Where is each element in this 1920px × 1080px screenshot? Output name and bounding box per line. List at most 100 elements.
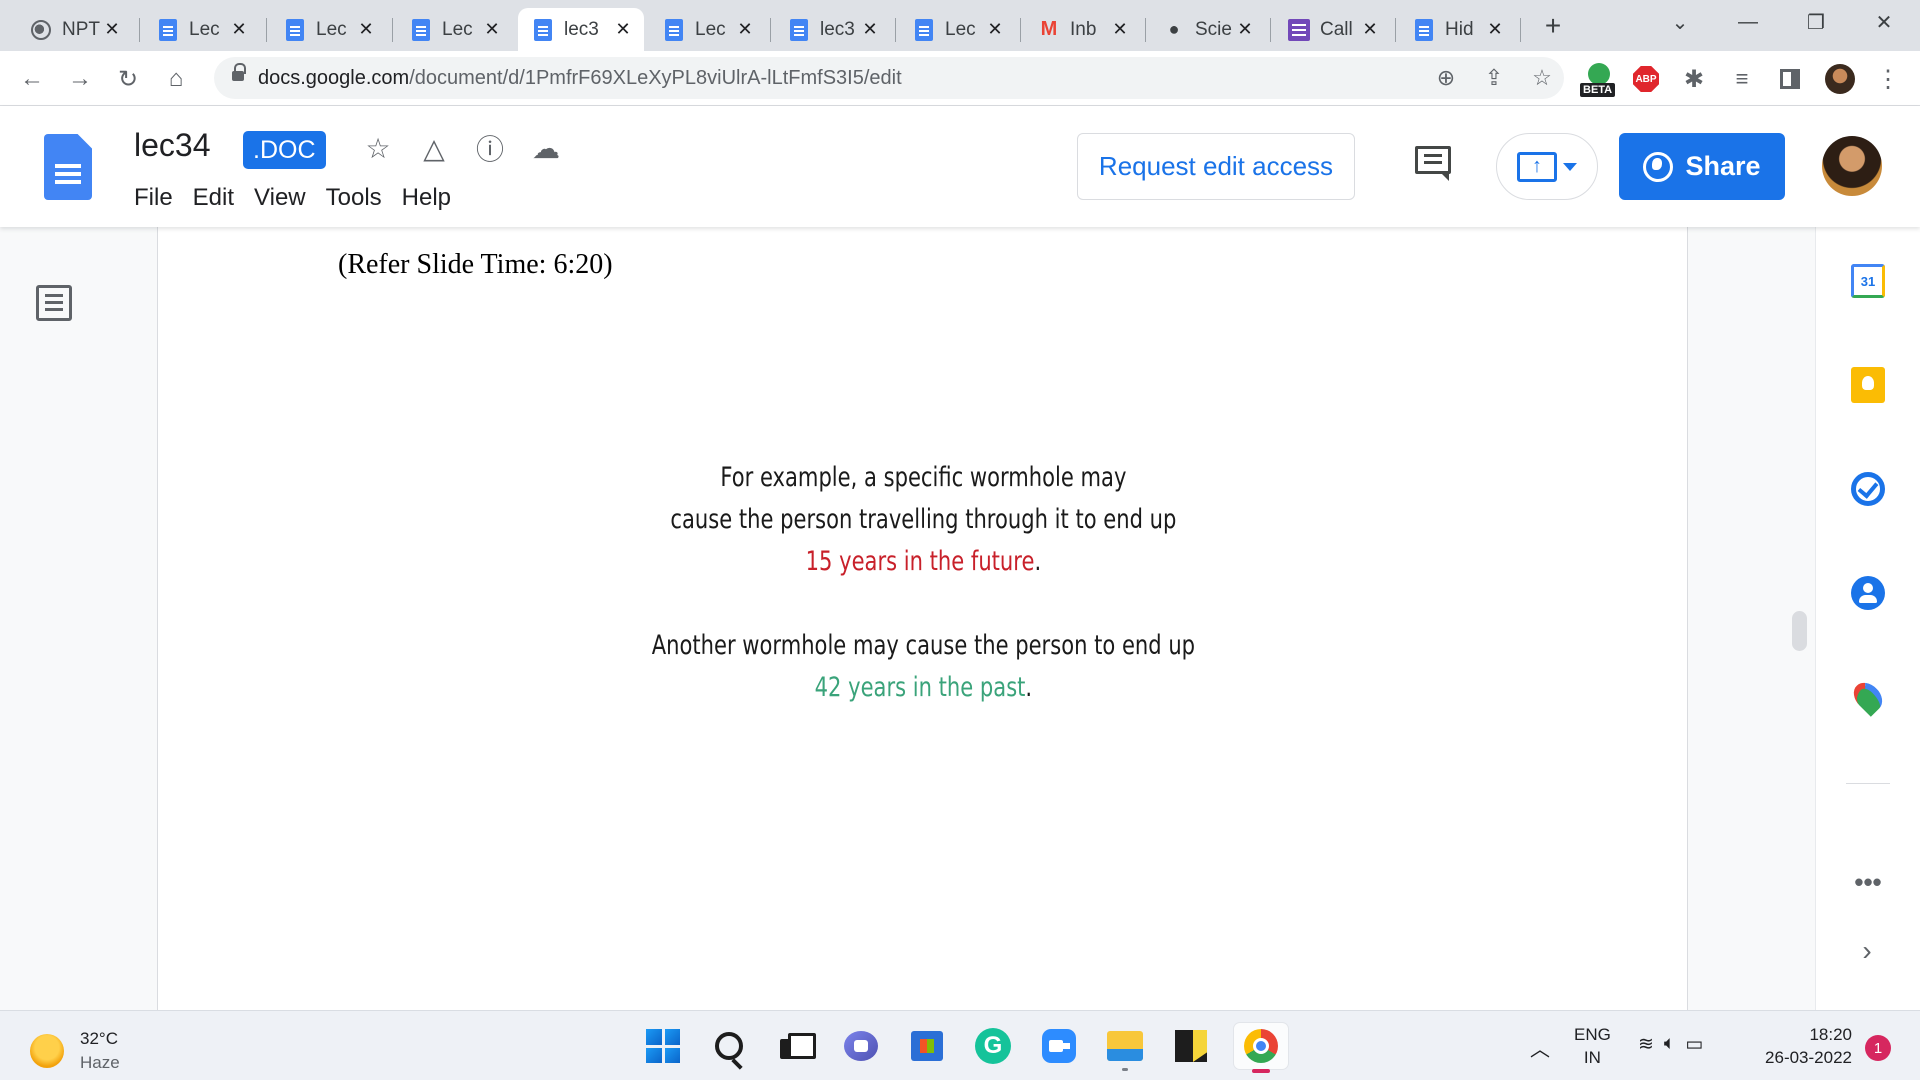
collapse-panel-icon[interactable]: ›: [1852, 935, 1882, 966]
tab-call[interactable]: Call ✕: [1274, 8, 1391, 51]
lock-icon[interactable]: [232, 63, 246, 83]
slide-spacer: [326, 583, 1520, 625]
adblock-plus-icon[interactable]: ABP: [1628, 60, 1664, 98]
side-panel-divider: [1846, 783, 1890, 784]
tab-lec-2[interactable]: Lec ✕: [270, 8, 387, 51]
slide-line: For example, a specific wormhole may: [720, 462, 1127, 493]
cloud-status-icon[interactable]: ☁: [526, 128, 566, 168]
address-bar[interactable]: docs.google.com/document/d/1PmfrF69XLeXy…: [214, 57, 1564, 99]
tab-search-icon[interactable]: ⌄: [1652, 0, 1708, 45]
close-tab-icon[interactable]: ✕: [1359, 19, 1381, 41]
document-outline-icon[interactable]: [36, 285, 72, 321]
media-control-icon[interactable]: ≡: [1724, 60, 1760, 98]
extensions-puzzle-icon[interactable]: ✱: [1676, 60, 1712, 98]
notification-badge[interactable]: 1: [1865, 1035, 1891, 1061]
back-button[interactable]: ←: [14, 61, 50, 97]
file-explorer-button[interactable]: [1102, 1023, 1148, 1071]
start-button[interactable]: [640, 1023, 686, 1069]
docs-icon: [532, 18, 554, 41]
close-tab-icon[interactable]: ✕: [101, 19, 123, 41]
beta-extension-icon[interactable]: BETA: [1580, 60, 1616, 98]
reload-button[interactable]: ↻: [110, 61, 146, 97]
close-tab-icon[interactable]: ✕: [481, 19, 503, 41]
system-tray[interactable]: ≋ 🔈︎ ▭: [1638, 1033, 1703, 1056]
task-view-button[interactable]: [772, 1023, 818, 1069]
close-tab-icon[interactable]: ✕: [612, 19, 634, 41]
calendar-icon[interactable]: 31: [1850, 263, 1886, 299]
tab-lec-7[interactable]: Lec ✕: [899, 8, 1016, 51]
grammarly-button[interactable]: G: [970, 1023, 1016, 1069]
side-panel-icon[interactable]: [1772, 60, 1808, 98]
scrollbar-thumb[interactable]: [1792, 611, 1807, 651]
chrome-taskbar-button[interactable]: [1234, 1023, 1288, 1073]
zoom-video-icon: [1042, 1029, 1076, 1063]
forward-button[interactable]: →: [62, 61, 98, 97]
profile-avatar[interactable]: [1822, 60, 1858, 98]
teams-chat-button[interactable]: [838, 1023, 884, 1069]
maps-icon[interactable]: [1848, 677, 1888, 717]
close-tab-icon[interactable]: ✕: [355, 19, 377, 41]
abp-label: ABP: [1633, 66, 1659, 92]
menu-tools[interactable]: Tools: [316, 180, 392, 216]
side-panel: 31 ••• ›: [1815, 227, 1920, 1010]
tab-lec34-active[interactable]: lec3 ✕: [518, 8, 644, 51]
account-avatar[interactable]: [1822, 136, 1882, 196]
file-format-badge: .DOC: [243, 131, 326, 169]
add-shortcut-drive-icon[interactable]: △: [414, 128, 454, 168]
close-window-button[interactable]: ✕: [1856, 0, 1912, 45]
language-indicator[interactable]: ENG IN: [1574, 1023, 1611, 1069]
folder-icon: [1107, 1031, 1143, 1061]
comments-icon[interactable]: [1413, 144, 1453, 184]
close-tab-icon[interactable]: ✕: [859, 19, 881, 41]
show-hidden-icons-icon[interactable]: ︿: [1530, 1033, 1550, 1062]
info-icon[interactable]: ⓘ: [470, 128, 510, 168]
restore-button[interactable]: ❐: [1788, 0, 1844, 45]
search-button[interactable]: [706, 1023, 752, 1069]
weather-widget[interactable]: 32°C Haze: [30, 1027, 120, 1075]
tab-lec-6[interactable]: lec3 ✕: [774, 8, 891, 51]
tab-title: lec3: [820, 18, 855, 40]
more-addons-icon[interactable]: •••: [1850, 867, 1886, 897]
keep-icon[interactable]: [1850, 367, 1886, 403]
bookmark-star-icon[interactable]: ☆: [1524, 60, 1560, 96]
minimize-button[interactable]: —: [1720, 0, 1776, 45]
new-tab-button[interactable]: +: [1537, 10, 1569, 42]
tab-lec-5[interactable]: Lec ✕: [649, 8, 766, 51]
close-tab-icon[interactable]: ✕: [1234, 19, 1256, 41]
close-tab-icon[interactable]: ✕: [228, 19, 250, 41]
tab-separator: [139, 18, 140, 42]
store-button[interactable]: [904, 1023, 950, 1069]
share-page-icon[interactable]: ⇪: [1476, 60, 1512, 96]
menu-file[interactable]: File: [124, 180, 183, 216]
menu-edit[interactable]: Edit: [183, 180, 244, 216]
sticky-notes-button[interactable]: [1168, 1023, 1214, 1069]
home-button[interactable]: ⌂: [158, 61, 194, 97]
menu-view[interactable]: View: [244, 180, 316, 216]
close-tab-icon[interactable]: ✕: [984, 19, 1006, 41]
request-edit-access-button[interactable]: Request edit access: [1077, 133, 1355, 200]
tab-inbox[interactable]: M Inb ✕: [1024, 8, 1141, 51]
menu-help[interactable]: Help: [392, 180, 461, 216]
chat-bubble-icon: ●: [1168, 19, 1180, 39]
store-icon: [911, 1031, 943, 1061]
tab-hid[interactable]: Hid ✕: [1399, 8, 1516, 51]
clock[interactable]: 18:20 26-03-2022: [1752, 1023, 1852, 1069]
document-title[interactable]: lec34: [134, 127, 211, 164]
tab-science[interactable]: ● Scie ✕: [1149, 8, 1266, 51]
close-tab-icon[interactable]: ✕: [734, 19, 756, 41]
tab-npt[interactable]: NPT ✕: [16, 8, 133, 51]
chrome-menu-icon[interactable]: ⋮: [1870, 60, 1906, 98]
zoom-icon[interactable]: ⊕: [1428, 60, 1464, 96]
close-tab-icon[interactable]: ✕: [1109, 19, 1131, 41]
tab-separator: [1520, 18, 1521, 42]
close-tab-icon[interactable]: ✕: [1484, 19, 1506, 41]
share-button[interactable]: Share: [1619, 133, 1785, 200]
tab-lec-1[interactable]: Lec ✕: [143, 8, 260, 51]
tasks-icon[interactable]: [1850, 471, 1886, 507]
star-icon[interactable]: ☆: [358, 128, 398, 168]
tab-lec-3[interactable]: Lec ✕: [396, 8, 513, 51]
contacts-icon[interactable]: [1850, 575, 1886, 611]
present-button[interactable]: ↑: [1496, 133, 1598, 200]
docs-logo-icon[interactable]: [44, 134, 92, 200]
zoom-app-button[interactable]: [1036, 1023, 1082, 1069]
